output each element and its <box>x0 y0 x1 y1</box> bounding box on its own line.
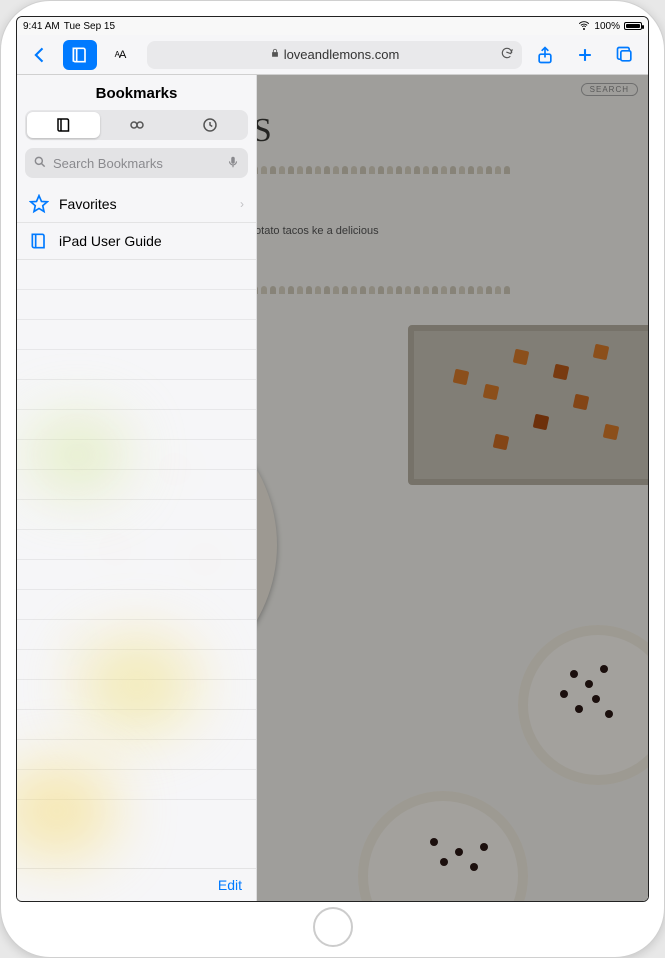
new-tab-button[interactable] <box>568 40 602 70</box>
list-row-empty <box>17 710 256 740</box>
list-row-empty <box>17 290 256 320</box>
book-icon <box>29 231 49 251</box>
bookmark-label: Favorites <box>59 196 117 212</box>
list-row-empty <box>17 680 256 710</box>
dictate-icon[interactable] <box>226 155 240 172</box>
safari-toolbar: AA loveandlemons.com <box>17 35 648 75</box>
back-button[interactable] <box>23 40 57 70</box>
url-text: loveandlemons.com <box>284 47 400 62</box>
star-icon <box>29 194 49 214</box>
seg-reading-list-tab[interactable] <box>100 112 173 138</box>
list-row-empty <box>17 620 256 650</box>
bookmark-item-ipad-user-guide[interactable]: iPad User Guide <box>17 223 256 260</box>
list-row-empty <box>17 770 256 800</box>
url-bar[interactable]: loveandlemons.com <box>147 41 522 69</box>
battery-percent: 100% <box>594 21 620 32</box>
status-bar: 9:41 AM Tue Sep 15 100% <box>17 17 648 35</box>
lock-icon <box>270 48 280 61</box>
share-button[interactable] <box>528 40 562 70</box>
site-search-pill[interactable]: SEARCH <box>581 83 638 96</box>
list-row-empty <box>17 350 256 380</box>
list-row-empty <box>17 590 256 620</box>
bookmark-label: iPad User Guide <box>59 233 162 249</box>
list-row-empty <box>17 260 256 290</box>
list-row-empty <box>17 380 256 410</box>
chevron-right-icon: › <box>240 197 244 211</box>
list-row-empty <box>17 530 256 560</box>
reload-icon[interactable] <box>500 46 514 63</box>
content-area: OOK SHOP SUBSCRIBE CONTACT SEARCH & LEMO… <box>17 75 648 901</box>
home-button[interactable] <box>313 907 353 947</box>
sidebar-footer: Edit <box>17 868 256 901</box>
wifi-icon <box>578 19 590 34</box>
search-placeholder: Search Bookmarks <box>53 156 163 171</box>
bookmarks-button[interactable] <box>63 40 97 70</box>
sidebar-title: Bookmarks <box>17 75 256 110</box>
list-row-empty <box>17 500 256 530</box>
search-icon <box>33 155 47 172</box>
bookmark-folder-favorites[interactable]: Favorites › <box>17 186 256 223</box>
screen: 9:41 AM Tue Sep 15 100% AA <box>16 16 649 902</box>
list-row-empty <box>17 560 256 590</box>
tabs-button[interactable] <box>608 40 642 70</box>
bookmarks-segmented-control <box>25 110 248 140</box>
list-row-empty <box>17 440 256 470</box>
list-row-empty <box>17 410 256 440</box>
bookmarks-list: Favorites › iPad User Guide <box>17 186 256 868</box>
bookmarks-sidebar: Bookmarks Search Book <box>17 75 257 901</box>
battery-icon <box>624 22 642 30</box>
list-row-empty <box>17 740 256 770</box>
reader-format-button[interactable]: AA <box>103 40 137 70</box>
list-row-empty <box>17 320 256 350</box>
status-date: Tue Sep 15 <box>64 21 115 32</box>
seg-history-tab[interactable] <box>173 112 246 138</box>
list-row-empty <box>17 650 256 680</box>
edit-button[interactable]: Edit <box>218 877 242 893</box>
bookmarks-search-input[interactable]: Search Bookmarks <box>25 148 248 178</box>
status-time: 9:41 AM <box>23 21 60 32</box>
ipad-device-frame: 9:41 AM Tue Sep 15 100% AA <box>0 0 665 958</box>
list-row-empty <box>17 470 256 500</box>
seg-bookmarks-tab[interactable] <box>27 112 100 138</box>
